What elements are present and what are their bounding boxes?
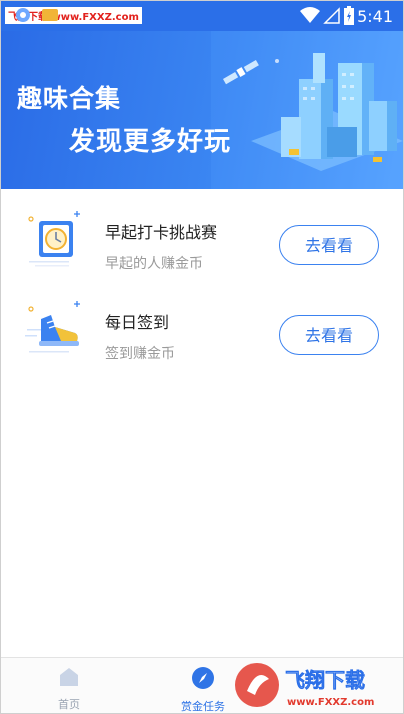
nav-label-home: 首页 (58, 698, 80, 711)
banner-subtitle: 发现更多好玩 (69, 127, 232, 157)
wifi-icon (300, 7, 320, 23)
battery-icon (344, 6, 354, 25)
notification-coin-icon (42, 9, 58, 21)
watermark-logo-text: 飞翔下载 (285, 668, 365, 692)
status-bar: 飞翔下载 www.FXXZ.com 5:41 (1, 1, 403, 31)
sneaker-icon (25, 301, 80, 353)
task-description: 签到赚金币 (105, 346, 175, 362)
promo-banner[interactable]: 趣味合集 发现更多好玩 (1, 31, 403, 189)
notification-app-icon (16, 8, 30, 22)
task-title: 每日签到 (105, 313, 170, 332)
go-see-button[interactable]: 去看看 (279, 315, 379, 355)
signal-icon (323, 7, 340, 24)
task-item-daily-signin: 每日签到 签到赚金币 去看看 (1, 291, 403, 381)
task-description: 早起的人赚金币 (105, 256, 203, 272)
clock-time: 5:41 (357, 7, 393, 26)
banner-title: 趣味合集 (17, 84, 122, 113)
home-icon (60, 668, 78, 686)
nav-tab-home[interactable]: 首页 (29, 666, 109, 712)
watermark-logo-url: www.FXXZ.com (287, 697, 374, 708)
clock-icon (28, 211, 80, 267)
watermark-logo: 飞翔下载 www.FXXZ.com (235, 663, 374, 708)
task-title: 早起打卡挑战赛 (105, 223, 218, 242)
task-item-early-checkin: 早起打卡挑战赛 早起的人赚金币 去看看 (1, 201, 403, 291)
app-screen: 飞翔下载 www.FXXZ.com 5:41 趣味合集 发现更多好玩 早起打卡挑… (0, 0, 404, 714)
go-see-button[interactable]: 去看看 (279, 225, 379, 265)
compass-icon (192, 667, 214, 689)
